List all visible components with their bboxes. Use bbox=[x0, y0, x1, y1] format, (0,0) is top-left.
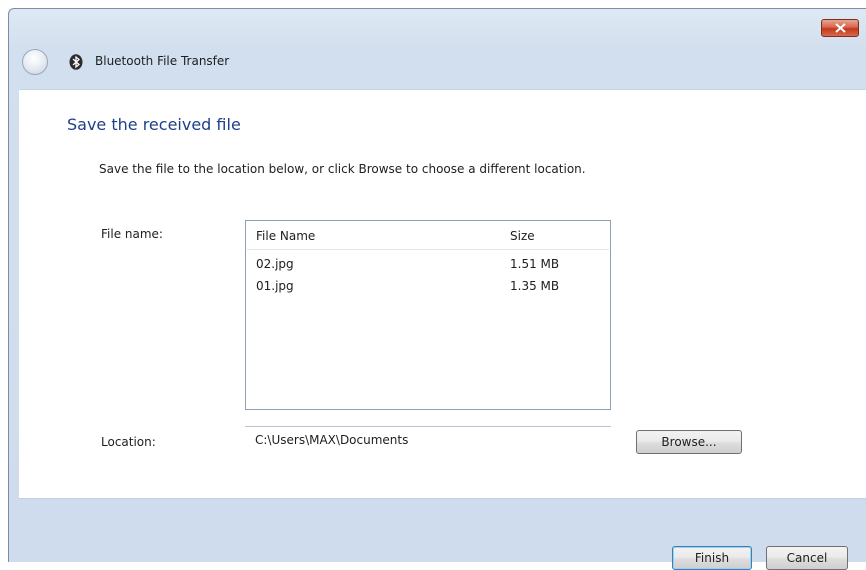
cancel-button[interactable]: Cancel bbox=[766, 546, 848, 570]
window-title: Bluetooth File Transfer bbox=[95, 54, 230, 68]
location-label: Location: bbox=[101, 435, 156, 449]
page-title: Save the received file bbox=[67, 115, 241, 134]
title-bar: Bluetooth File Transfer bbox=[9, 9, 866, 89]
close-icon bbox=[835, 23, 846, 33]
footer-divider bbox=[19, 498, 866, 499]
file-name-cell: 01.jpg bbox=[256, 279, 294, 293]
header-divider bbox=[247, 249, 609, 250]
close-button[interactable] bbox=[821, 19, 859, 37]
dialog-content: Save the received file Save the file to … bbox=[19, 89, 866, 499]
location-value: C:\Users\MAX\Documents bbox=[255, 433, 409, 447]
file-name-cell: 02.jpg bbox=[256, 257, 294, 271]
column-header-file-name[interactable]: File Name bbox=[256, 229, 315, 243]
file-size-cell: 1.51 MB bbox=[510, 257, 560, 271]
list-item[interactable]: 02.jpg 1.51 MB bbox=[256, 257, 596, 277]
file-size-cell: 1.35 MB bbox=[510, 279, 560, 293]
back-button[interactable] bbox=[22, 49, 48, 75]
bluetooth-icon bbox=[69, 54, 83, 70]
browse-button[interactable]: Browse... bbox=[636, 430, 742, 454]
instruction-text: Save the file to the location below, or … bbox=[99, 162, 586, 176]
file-name-label: File name: bbox=[101, 227, 163, 241]
file-list[interactable]: File Name Size 02.jpg 1.51 MB 01.jpg 1.3… bbox=[245, 220, 611, 410]
bluetooth-transfer-dialog: Bluetooth File Transfer Save the receive… bbox=[8, 8, 866, 570]
location-field[interactable]: C:\Users\MAX\Documents bbox=[245, 426, 611, 452]
finish-button[interactable]: Finish bbox=[672, 546, 752, 570]
column-header-size[interactable]: Size bbox=[510, 229, 535, 243]
list-item[interactable]: 01.jpg 1.35 MB bbox=[256, 279, 596, 299]
